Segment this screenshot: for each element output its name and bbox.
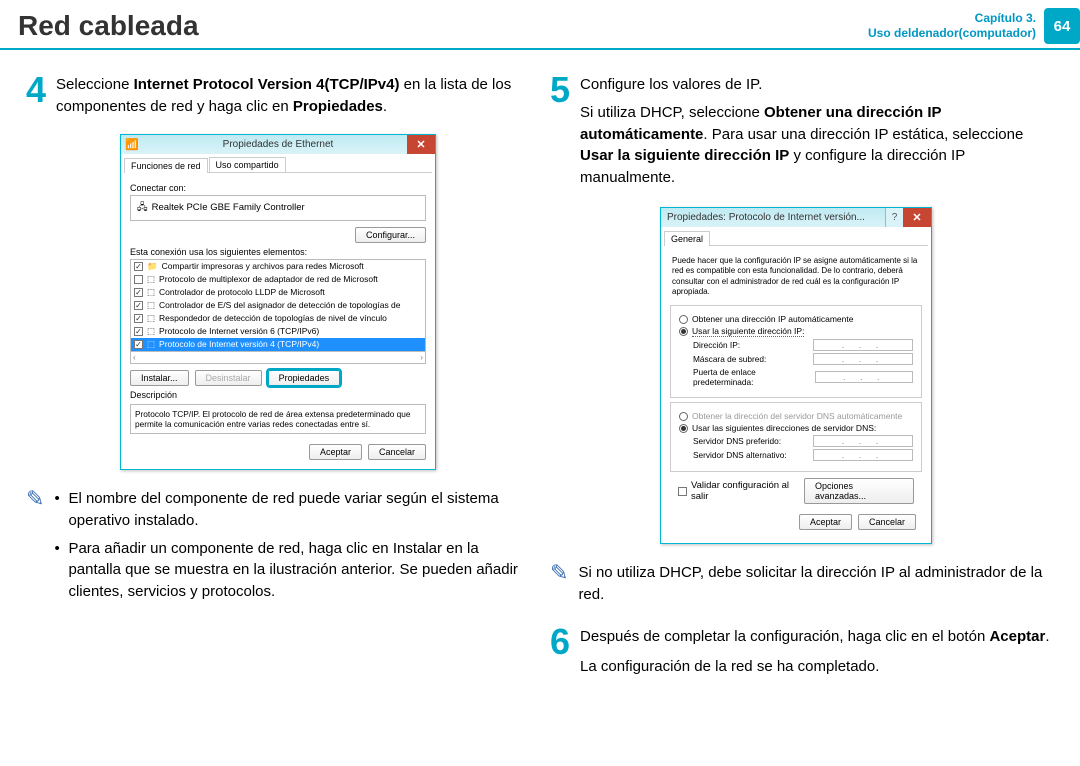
close-icon[interactable]: ✕: [407, 135, 435, 154]
tab-sharing[interactable]: Uso compartido: [209, 157, 286, 172]
step-number: 4: [26, 72, 46, 118]
step-6: 6 Después de completar la configuración,…: [550, 624, 1054, 678]
step-4: 4 Seleccione Internet Protocol Version 4…: [26, 72, 530, 118]
note-step5: ✎ Si no utiliza DHCP, debe solicitar la …: [550, 562, 1054, 606]
close-icon[interactable]: ✕: [903, 208, 931, 227]
step-5: 5 Configure los valores de IP. Si utiliz…: [550, 72, 1054, 189]
ip-input[interactable]: . . .: [813, 339, 913, 351]
install-button[interactable]: Instalar...: [130, 370, 189, 386]
help-icon[interactable]: ?: [885, 208, 903, 227]
description-text: Protocolo TCP/IP. El protocolo de red de…: [130, 404, 426, 435]
network-icon: 📶: [125, 138, 139, 151]
components-list[interactable]: ✓📁Compartir impresoras y archivos para r…: [130, 259, 426, 352]
ok-button[interactable]: Aceptar: [799, 514, 852, 530]
note-icon: ✎: [550, 562, 568, 606]
cancel-button[interactable]: Cancelar: [858, 514, 916, 530]
window-title-bar: Propiedades: Protocolo de Internet versi…: [661, 208, 931, 227]
chapter-label: Capítulo 3. Uso deldenador(computador): [868, 11, 1036, 41]
note-icon: ✎: [26, 488, 44, 609]
tab-general[interactable]: General: [664, 231, 710, 246]
dns-fieldset: Obtener la dirección del servidor DNS au…: [670, 402, 922, 472]
description-label: Descripción: [130, 390, 426, 400]
radio-manual-dns[interactable]: Usar las siguientes direcciones de servi…: [679, 423, 913, 433]
tab-network-functions[interactable]: Funciones de red: [124, 158, 208, 173]
window-title: Propiedades de Ethernet: [223, 139, 334, 150]
step-number: 5: [550, 72, 570, 189]
advanced-button[interactable]: Opciones avanzadas...: [804, 478, 914, 504]
dns1-input[interactable]: . . .: [813, 435, 913, 447]
note-step4: ✎ El nombre del componente de red puede …: [26, 488, 530, 609]
window-title: Propiedades: Protocolo de Internet versi…: [667, 212, 865, 223]
uses-label: Esta conexión usa los siguientes element…: [130, 247, 426, 257]
mask-input[interactable]: . . .: [813, 353, 913, 365]
window-title-bar: 📶 Propiedades de Ethernet ✕: [121, 135, 435, 154]
connect-with-label: Conectar con:: [130, 183, 426, 193]
info-text: Puede hacer que la configuración IP se a…: [670, 252, 922, 302]
ipv4-properties-window: Propiedades: Protocolo de Internet versi…: [660, 207, 932, 545]
page-number-badge: 64: [1044, 8, 1080, 44]
configure-button[interactable]: Configurar...: [355, 227, 426, 243]
uninstall-button[interactable]: Desinstalar: [195, 370, 262, 386]
adapter-icon: 🖧: [137, 200, 148, 216]
cancel-button[interactable]: Cancelar: [368, 444, 426, 460]
radio-auto-dns: Obtener la dirección del servidor DNS au…: [679, 411, 913, 421]
gateway-input[interactable]: . . .: [815, 371, 913, 383]
dns2-input[interactable]: . . .: [813, 449, 913, 461]
step-number: 6: [550, 624, 570, 678]
radio-auto-ip[interactable]: Obtener una dirección IP automáticamente: [679, 314, 913, 324]
ip-fieldset: Obtener una dirección IP automáticamente…: [670, 305, 922, 398]
radio-manual-ip[interactable]: Usar la siguiente dirección IP:: [679, 326, 913, 337]
validate-checkbox[interactable]: Validar configuración al salir: [678, 480, 804, 502]
ok-button[interactable]: Aceptar: [309, 444, 362, 460]
properties-button[interactable]: Propiedades: [268, 370, 341, 386]
ethernet-properties-window: 📶 Propiedades de Ethernet ✕ Funciones de…: [120, 134, 436, 471]
page-title: Red cableada: [18, 10, 199, 42]
adapter-field: 🖧 Realtek PCIe GBE Family Controller: [130, 195, 426, 221]
page-header: Red cableada Capítulo 3. Uso deldenador(…: [0, 0, 1080, 50]
list-scrollbar[interactable]: ‹›: [130, 352, 426, 364]
